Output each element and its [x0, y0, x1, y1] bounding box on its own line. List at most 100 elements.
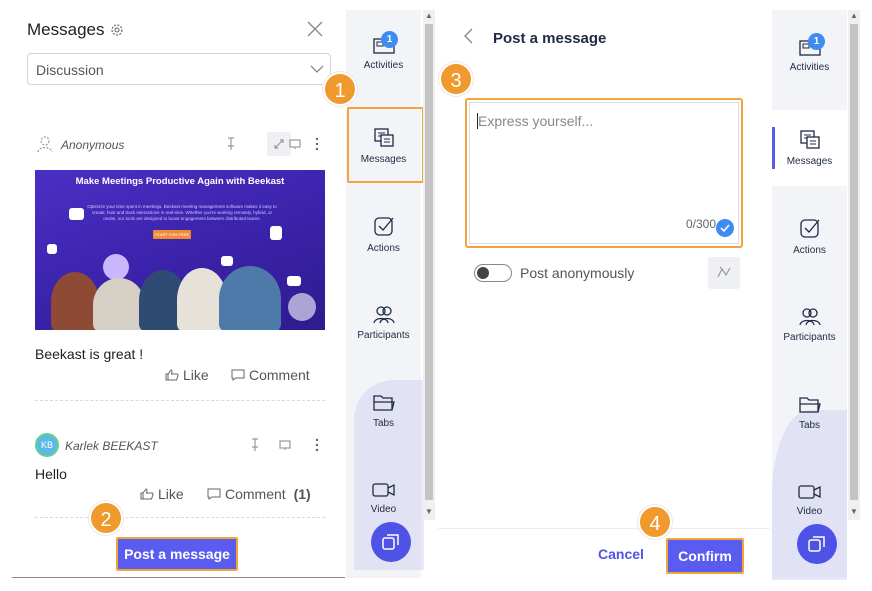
person-5 [219, 266, 281, 330]
sidebar-item-participants[interactable]: Participants [772, 306, 847, 343]
comment-button[interactable]: Comment [231, 367, 310, 383]
post-author: Anonymous [61, 138, 125, 152]
anonymous-label: Post anonymously [520, 265, 635, 281]
panel-title: Messages [27, 20, 105, 39]
sidebar-item-tabs[interactable]: Tabs [772, 396, 847, 431]
tabs-icon [287, 276, 301, 286]
back-chevron-icon[interactable] [462, 28, 474, 44]
post-divider [35, 517, 325, 518]
expand-icon [274, 139, 284, 149]
sidebar-item-actions[interactable]: Actions [772, 217, 847, 256]
textarea-placeholder: Express yourself... [478, 113, 594, 129]
participants-icon [372, 306, 395, 324]
scrollbar[interactable]: ▲ ▼ [848, 10, 860, 520]
actions-icon [373, 217, 393, 236]
folder-icon [798, 397, 821, 413]
thumbs-up-icon [165, 369, 179, 381]
comment-label: Comment [225, 486, 286, 502]
comment-icon [207, 488, 221, 500]
page-title: Post a message [493, 30, 607, 47]
chat-fab-button[interactable] [797, 524, 837, 564]
image-title: Make Meetings Productive Again with Beek… [75, 176, 285, 187]
scrollbar[interactable]: ▲ ▼ [423, 10, 435, 520]
more-options-icon[interactable] [309, 437, 325, 453]
toggle-knob [477, 267, 489, 279]
like-label: Like [158, 486, 184, 502]
step-marker-4: 4 [638, 505, 672, 539]
sidebar-item-label: Messages [786, 156, 833, 167]
messages-highlight [347, 107, 424, 183]
sidebar-item-messages[interactable]: Messages [772, 130, 847, 167]
post-text: Beekast is great ! [35, 346, 144, 362]
sidebar-item-label: Activities [363, 60, 404, 71]
gear-icon[interactable] [109, 22, 125, 38]
discussion-select[interactable]: Discussion [27, 53, 331, 85]
chevron-down-icon [310, 65, 324, 73]
image-cta: START FOR FREE [153, 230, 191, 239]
discussion-select-value: Discussion [36, 62, 104, 78]
anonymous-toggle[interactable] [474, 264, 512, 282]
people-icon [221, 256, 233, 266]
cancel-button[interactable]: Cancel [598, 546, 644, 562]
post-message-panel: Post a message Express yourself... 0/300… [438, 10, 770, 578]
post-header: Anonymous [35, 132, 325, 156]
activities-badge: 1 [381, 31, 398, 48]
scroll-thumb[interactable] [850, 24, 858, 500]
cloud-icon [69, 208, 84, 220]
post-image: Make Meetings Productive Again with Beek… [35, 170, 325, 330]
comment-icon [231, 369, 245, 381]
participants-icon [798, 308, 821, 326]
close-icon[interactable] [306, 20, 324, 38]
sidebar-item-participants[interactable]: Participants [346, 304, 421, 341]
image-action-button[interactable] [288, 293, 316, 321]
scroll-down-icon[interactable]: ▼ [425, 508, 433, 516]
more-options-icon[interactable] [309, 136, 325, 152]
draw-button[interactable] [708, 257, 740, 289]
scroll-up-icon[interactable]: ▲ [425, 12, 433, 20]
thumbs-up-icon [140, 488, 154, 500]
sidebar-item-label: Activities [789, 62, 830, 73]
sidebar-item-tabs[interactable]: Tabs [346, 394, 421, 429]
sidebar-item-video[interactable]: Video [772, 484, 847, 517]
pin-icon[interactable] [247, 437, 263, 453]
chat-fab-button[interactable] [371, 522, 411, 562]
step-marker-3: 3 [439, 62, 473, 96]
chat-bubbles-icon [808, 536, 825, 552]
sidebar-item-label: Participants [783, 332, 836, 343]
video-icon [797, 485, 821, 499]
check-icon [716, 219, 734, 237]
scroll-thumb[interactable] [425, 24, 433, 500]
chat-bubbles-icon [382, 534, 399, 550]
display-icon[interactable] [287, 136, 303, 152]
comment-button[interactable]: Comment (1) [207, 486, 311, 502]
display-icon[interactable] [277, 437, 293, 453]
sidebar-item-label: Tabs [798, 420, 821, 431]
confirm-button[interactable]: Confirm [666, 538, 744, 574]
activities-badge: 1 [808, 33, 825, 50]
messages-icon [799, 130, 820, 149]
right-sidebar: Activities 1 Messages Actions Participan… [772, 10, 847, 580]
like-button[interactable]: Like [165, 367, 209, 383]
sidebar-item-label: Video [796, 506, 823, 517]
sidebar-item-actions[interactable]: Actions [346, 215, 421, 254]
comment-count: (1) [293, 486, 311, 502]
like-button[interactable]: Like [140, 486, 184, 502]
like-label: Like [183, 367, 209, 383]
draw-icon [717, 266, 731, 278]
chat-icon [47, 244, 57, 254]
textarea-inner: Express yourself... 0/300 [469, 102, 739, 244]
char-counter: 0/300 [685, 217, 716, 231]
message-textarea[interactable]: Express yourself... 0/300 [465, 98, 743, 248]
scroll-up-icon[interactable]: ▲ [850, 12, 858, 20]
sidebar-item-label: Video [370, 504, 397, 515]
person-2 [93, 278, 145, 330]
pin-icon[interactable] [223, 136, 239, 152]
step-marker-2: 2 [89, 501, 123, 535]
post-header: KB Karlek BEEKAST [35, 433, 325, 459]
post-message-button[interactable]: Post a message [116, 537, 238, 571]
post-divider [35, 400, 325, 401]
scroll-down-icon[interactable]: ▼ [850, 508, 858, 516]
step-marker-1: 1 [323, 72, 357, 106]
user-avatar-bubble [103, 254, 129, 280]
sidebar-item-video[interactable]: Video [346, 482, 421, 515]
